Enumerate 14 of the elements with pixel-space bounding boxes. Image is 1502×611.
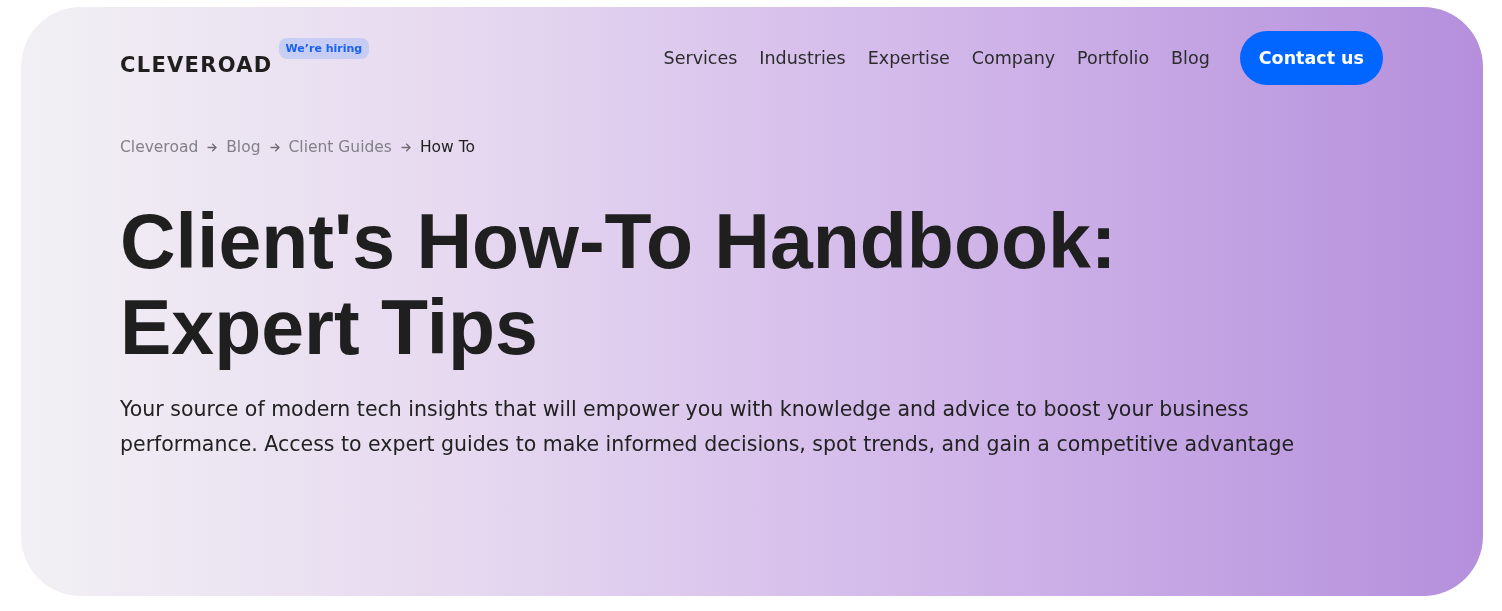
arrow-icon: [400, 142, 411, 152]
nav-link[interactable]: Company: [971, 48, 1056, 68]
nav-link[interactable]: Industries: [759, 48, 846, 68]
arrow-icon: [207, 142, 218, 152]
page-title: Client's How-To Handbook: Expert Tips: [120, 198, 1118, 370]
nav-link[interactable]: Services: [663, 48, 738, 68]
nav-link[interactable]: Expertise: [867, 48, 950, 68]
breadcrumb-link[interactable]: How To: [419, 138, 475, 156]
page-description: Your source of modern tech insights that will empower you with knowledge and advice to boost your business performance. Access to expert guides to make informed decisions, spot trends, and gain a competitive advantage: [120, 396, 1296, 458]
nav-link[interactable]: Portfolio: [1077, 48, 1150, 68]
nav-link[interactable]: Blog: [1171, 48, 1210, 68]
arrow-icon: [269, 142, 280, 152]
logo[interactable]: CLEVEROAD: [120, 52, 273, 77]
contact-button[interactable]: Contact us: [1239, 31, 1383, 85]
